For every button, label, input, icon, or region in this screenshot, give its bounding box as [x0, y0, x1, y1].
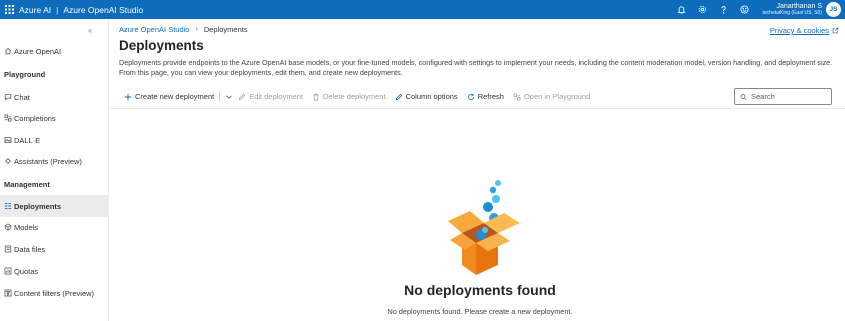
column-options-button[interactable]: Column options [395, 88, 458, 105]
main-content: Azure OpenAI Studio › Deployments Privac… [110, 19, 845, 321]
breadcrumb-root-link[interactable]: Azure OpenAI Studio [119, 25, 189, 34]
edit-deployment-label: Edit deployment [249, 92, 304, 101]
breadcrumb-current: Deployments [203, 25, 248, 34]
sidebar-item-label: Completions [14, 113, 56, 123]
chat-icon [4, 93, 12, 101]
breadcrumb: Azure OpenAI Studio › Deployments [119, 25, 248, 34]
sidebar-item-azure-openai[interactable]: Azure OpenAI [0, 40, 109, 62]
sidebar-item-label: Chat [14, 92, 30, 102]
sidebar-item-label: Quotas [14, 266, 39, 276]
bubble-icon [482, 227, 488, 233]
sidebar-item-models[interactable]: Models [0, 216, 109, 238]
bubble-icon [492, 195, 500, 203]
edit-columns-icon [395, 93, 402, 100]
content-filter-icon [4, 289, 12, 297]
playground-icon [513, 93, 521, 100]
sidebar-item-completions[interactable]: Completions [0, 107, 109, 129]
bubble-icon [483, 202, 493, 212]
pencil-icon [238, 93, 246, 100]
help-icon[interactable] [713, 0, 734, 19]
toolbar-divider [219, 91, 221, 102]
sidebar-item-label: Content filters (Preview) [14, 288, 95, 298]
brand-secondary: Azure OpenAI Studio [63, 4, 144, 15]
plus-icon [124, 93, 132, 100]
open-playground-label: Open in Playground [523, 92, 591, 101]
bubble-icon [495, 180, 501, 186]
assistants-icon [4, 157, 12, 165]
user-name: Janarthanan S [776, 3, 822, 10]
home-icon [4, 47, 12, 55]
sidebar-item-deployments[interactable]: Deployments [0, 195, 109, 217]
privacy-link[interactable]: Privacy & cookies [770, 26, 839, 35]
sidebar-item-label: Assistants (Preview) [14, 156, 82, 166]
toolbar-divider-line [110, 108, 845, 109]
section-title-management: Management [4, 180, 50, 189]
empty-box-illustration [448, 180, 520, 275]
refresh-label: Refresh [477, 92, 504, 101]
bubble-icon [489, 186, 497, 194]
create-options-dropdown[interactable] [225, 88, 236, 105]
sidebar-item-quotas[interactable]: Quotas [0, 260, 109, 282]
bell-icon[interactable] [671, 0, 692, 19]
refresh-icon [467, 93, 474, 100]
empty-state-subtitle: No deployments found. Please create a ne… [387, 307, 573, 316]
avatar[interactable]: JS [826, 2, 841, 17]
column-options-label: Column options [405, 92, 458, 101]
app-launcher-icon[interactable] [2, 0, 16, 19]
refresh-button[interactable]: Refresh [467, 88, 504, 105]
open-playground-button[interactable]: Open in Playground [513, 88, 590, 105]
brand-primary: Azure AI [19, 4, 52, 15]
chevron-down-icon [226, 95, 232, 99]
top-bar: Azure AI | Azure OpenAI Studio Janarthan… [0, 0, 845, 19]
section-title-playground: Playground [4, 70, 46, 79]
sidebar-item-label: Data files [14, 244, 46, 254]
sidebar-item-chat[interactable]: Chat [0, 86, 109, 108]
collapse-sidebar-icon[interactable]: « [88, 26, 92, 35]
feedback-smiley-icon[interactable] [734, 0, 755, 19]
privacy-link-label: Privacy & cookies [769, 26, 829, 35]
empty-state-title: No deployments found [404, 282, 556, 298]
search-icon [740, 93, 747, 100]
sidebar-item-data-files[interactable]: Data files [0, 238, 109, 260]
delete-deployment-button[interactable]: Delete deployment [312, 88, 386, 105]
create-deployment-button[interactable]: Create new deployment [124, 88, 214, 105]
edit-deployment-button[interactable]: Edit deployment [238, 88, 303, 105]
sidebar-item-label: Models [14, 222, 39, 232]
sidebar-item-label: DALL·E [14, 135, 41, 145]
sidebar-item-label: Deployments [14, 201, 62, 211]
user-org: techetaiKing (East US, S0) [762, 10, 822, 16]
external-link-icon [832, 27, 839, 34]
brand[interactable]: Azure AI | Azure OpenAI Studio [19, 5, 143, 15]
delete-deployment-label: Delete deployment [323, 92, 386, 101]
completions-icon [4, 114, 12, 122]
create-deployment-label: Create new deployment [135, 92, 215, 101]
image-icon [4, 136, 12, 144]
quotas-icon [4, 267, 12, 275]
trash-icon [313, 93, 319, 101]
data-files-icon [4, 245, 12, 253]
deployments-icon [4, 202, 12, 210]
models-icon [4, 223, 12, 231]
brand-separator: | [56, 4, 59, 15]
page-description: Deployments provide endpoints to the Azu… [119, 58, 833, 78]
sidebar-item-dalle[interactable]: DALL·E [0, 129, 109, 151]
search-input[interactable] [751, 92, 831, 101]
sidebar-item-label: Azure OpenAI [14, 46, 62, 56]
gear-icon[interactable] [692, 0, 713, 19]
sidebar-item-content-filters[interactable]: Content filters (Preview) [0, 282, 109, 304]
user-info[interactable]: Janarthanan S techetaiKing (East US, S0) [763, 3, 822, 16]
sidebar-item-assistants[interactable]: Assistants (Preview) [0, 150, 109, 172]
sidebar: « Azure OpenAI Playground Chat Completio… [0, 19, 109, 321]
page-title: Deployments [119, 38, 204, 53]
search-box[interactable] [734, 88, 832, 105]
chevron-right-icon: › [195, 26, 198, 33]
